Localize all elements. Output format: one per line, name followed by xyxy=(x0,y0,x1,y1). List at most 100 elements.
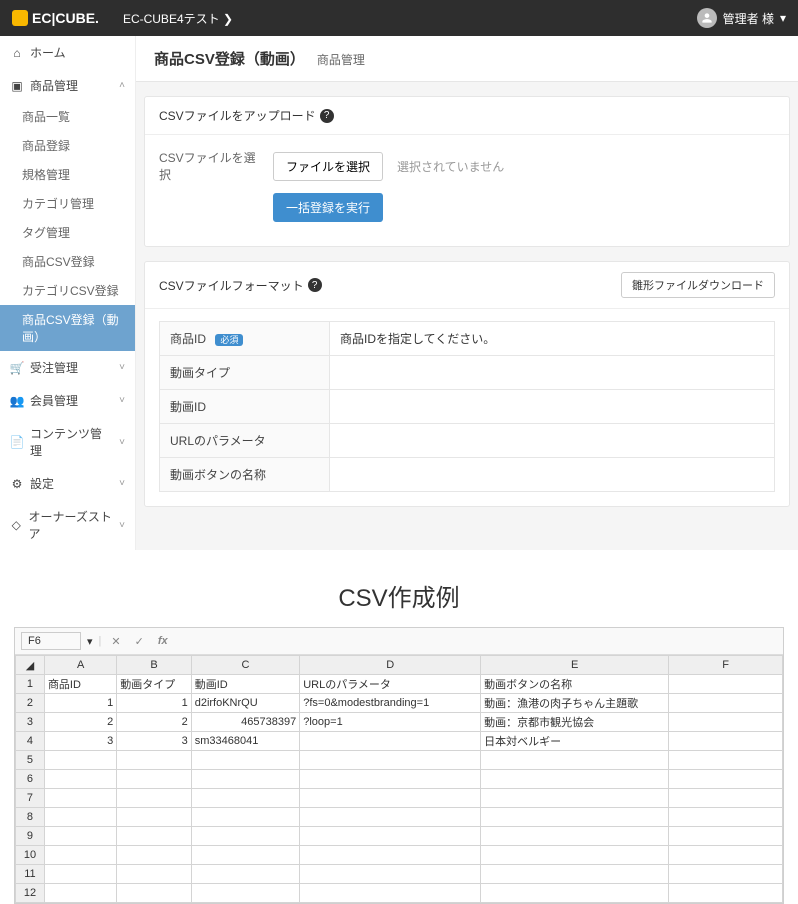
cell[interactable] xyxy=(669,808,783,827)
cell[interactable] xyxy=(44,770,116,789)
cell[interactable] xyxy=(44,827,116,846)
cell[interactable] xyxy=(44,789,116,808)
row-header[interactable]: 11 xyxy=(16,865,45,884)
cell[interactable] xyxy=(300,808,481,827)
cell[interactable] xyxy=(669,694,783,713)
cell[interactable]: 動画ID xyxy=(191,675,300,694)
cell[interactable]: 動画：漁港の肉子ちゃん主題歌 xyxy=(481,694,669,713)
sidebar-item-home[interactable]: ⌂ ホーム xyxy=(0,36,135,69)
sidebar-item-contents[interactable]: 📄 コンテンツ管理 ˅ xyxy=(0,417,135,467)
cell[interactable] xyxy=(191,865,300,884)
cell[interactable] xyxy=(191,808,300,827)
cell[interactable] xyxy=(117,846,191,865)
cell[interactable]: 商品ID xyxy=(44,675,116,694)
sidebar-sub-tag[interactable]: タグ管理 xyxy=(0,218,135,247)
sidebar-sub-csv-product[interactable]: 商品CSV登録 xyxy=(0,247,135,276)
cell[interactable]: 1 xyxy=(117,694,191,713)
cell[interactable] xyxy=(300,846,481,865)
cell[interactable] xyxy=(481,884,669,903)
cell[interactable]: 2 xyxy=(117,713,191,732)
cell[interactable] xyxy=(44,865,116,884)
row-header[interactable]: 3 xyxy=(16,713,45,732)
brand-logo[interactable]: EC|CUBE. xyxy=(12,10,99,26)
cell[interactable]: 日本対ベルギー xyxy=(481,732,669,751)
cell[interactable] xyxy=(300,884,481,903)
cell[interactable] xyxy=(300,732,481,751)
cell[interactable] xyxy=(191,770,300,789)
cell[interactable]: sm33468041 xyxy=(191,732,300,751)
sidebar-item-settings[interactable]: ⚙ 設定 ˅ xyxy=(0,467,135,500)
fx-icon[interactable]: fx xyxy=(154,633,172,649)
row-header[interactable]: 1 xyxy=(16,675,45,694)
col-header[interactable]: F xyxy=(669,656,783,675)
cell[interactable] xyxy=(481,770,669,789)
row-header[interactable]: 6 xyxy=(16,770,45,789)
cell[interactable] xyxy=(191,827,300,846)
cancel-icon[interactable]: ✕ xyxy=(107,633,124,650)
cell[interactable] xyxy=(669,884,783,903)
cell[interactable] xyxy=(669,789,783,808)
select-all-corner[interactable]: ◢ xyxy=(16,656,45,675)
help-icon[interactable]: ? xyxy=(308,278,322,292)
sidebar-item-member[interactable]: 👥 会員管理 ˅ xyxy=(0,384,135,417)
cell[interactable] xyxy=(481,789,669,808)
accept-icon[interactable]: ✓ xyxy=(131,633,148,650)
sidebar-sub-csv-category[interactable]: カテゴリCSV登録 xyxy=(0,276,135,305)
cell[interactable]: 1 xyxy=(44,694,116,713)
user-menu[interactable]: 管理者 様 ▾ xyxy=(697,8,786,28)
help-icon[interactable]: ? xyxy=(320,109,334,123)
sidebar-sub-csv-video[interactable]: 商品CSV登録（動画） xyxy=(0,305,135,351)
col-header[interactable]: D xyxy=(300,656,481,675)
cell[interactable] xyxy=(300,827,481,846)
cell[interactable] xyxy=(300,751,481,770)
cell[interactable] xyxy=(669,751,783,770)
cell[interactable] xyxy=(669,732,783,751)
cell[interactable] xyxy=(191,846,300,865)
cell[interactable]: 動画タイプ xyxy=(117,675,191,694)
cell[interactable] xyxy=(481,751,669,770)
cell-reference-box[interactable]: F6 xyxy=(21,632,81,650)
sidebar-sub-spec[interactable]: 規格管理 xyxy=(0,160,135,189)
cell[interactable] xyxy=(300,770,481,789)
cell[interactable]: 3 xyxy=(44,732,116,751)
row-header[interactable]: 5 xyxy=(16,751,45,770)
cell[interactable] xyxy=(300,789,481,808)
cell[interactable]: 動画：京都市観光協会 xyxy=(481,713,669,732)
row-header[interactable]: 9 xyxy=(16,827,45,846)
cell[interactable] xyxy=(191,751,300,770)
col-header[interactable]: E xyxy=(481,656,669,675)
cell[interactable]: ?loop=1 xyxy=(300,713,481,732)
cell[interactable] xyxy=(117,865,191,884)
cell[interactable] xyxy=(669,827,783,846)
cell[interactable] xyxy=(117,808,191,827)
row-header[interactable]: 7 xyxy=(16,789,45,808)
cell[interactable] xyxy=(44,808,116,827)
row-header[interactable]: 4 xyxy=(16,732,45,751)
row-header[interactable]: 2 xyxy=(16,694,45,713)
download-template-button[interactable]: 雛形ファイルダウンロード xyxy=(621,272,775,298)
cell[interactable]: 3 xyxy=(117,732,191,751)
cell[interactable]: d2irfoKNrQU xyxy=(191,694,300,713)
cell[interactable] xyxy=(481,865,669,884)
cell[interactable] xyxy=(44,846,116,865)
cell[interactable] xyxy=(669,675,783,694)
sidebar-item-owners[interactable]: ◇ オーナーズストア ˅ xyxy=(0,500,135,550)
col-header[interactable]: C xyxy=(191,656,300,675)
row-header[interactable]: 8 xyxy=(16,808,45,827)
cell[interactable] xyxy=(117,884,191,903)
cell[interactable] xyxy=(481,827,669,846)
execute-import-button[interactable]: 一括登録を実行 xyxy=(273,193,383,222)
cell[interactable] xyxy=(669,865,783,884)
cell[interactable]: 動画ボタンの名称 xyxy=(481,675,669,694)
cell[interactable]: 465738397 xyxy=(191,713,300,732)
site-switcher[interactable]: EC-CUBE4テスト ❯ xyxy=(123,10,233,27)
cell[interactable] xyxy=(669,770,783,789)
cell[interactable] xyxy=(300,865,481,884)
sidebar-sub-product-list[interactable]: 商品一覧 xyxy=(0,102,135,131)
cell[interactable] xyxy=(481,808,669,827)
cell[interactable] xyxy=(669,713,783,732)
cell[interactable] xyxy=(117,770,191,789)
cell[interactable] xyxy=(481,846,669,865)
row-header[interactable]: 12 xyxy=(16,884,45,903)
formula-bar[interactable] xyxy=(178,634,777,649)
